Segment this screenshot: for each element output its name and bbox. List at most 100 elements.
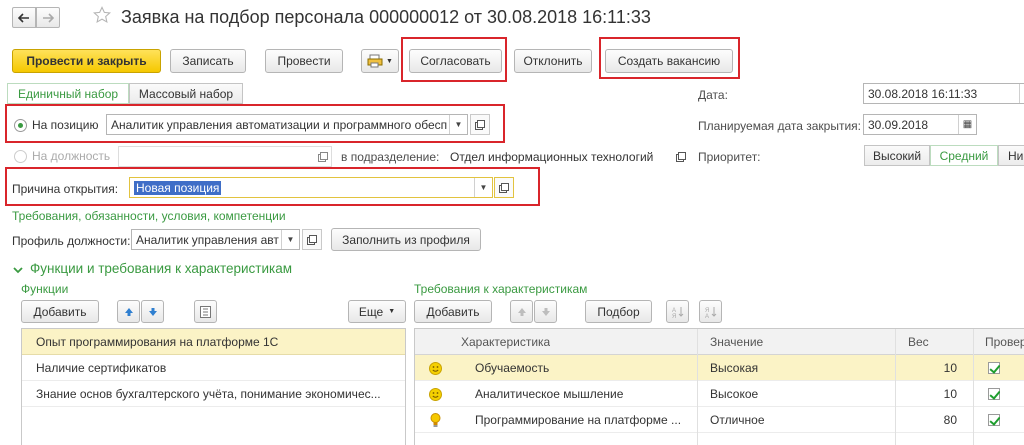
chevron-down-icon[interactable] (12, 264, 24, 276)
profile-select[interactable]: Аналитик управления авт ▼ (131, 229, 300, 250)
priority-high[interactable]: Высокий (864, 145, 930, 166)
table-row[interactable]: Обучаемость Высокая 10 (415, 355, 1024, 381)
functions-section-title[interactable]: Функции и требования к характеристикам (30, 261, 292, 276)
requirements-link[interactable]: Требования, обязанности, условия, компет… (12, 209, 286, 223)
list-item[interactable]: Опыт программирования на платформе 1С (22, 329, 405, 355)
checkmark-icon (988, 362, 1000, 374)
check-checkbox[interactable] (988, 407, 1000, 433)
open-department-button[interactable] (671, 146, 691, 167)
reject-button[interactable]: Отклонить (514, 49, 592, 73)
functions-title: Функции (21, 282, 69, 296)
characteristic-value: Высокое (710, 387, 759, 401)
list-item-label: Наличие сертификатов (36, 360, 167, 375)
move-down-button[interactable] (141, 300, 164, 323)
column-header-weight[interactable]: Вес (908, 329, 929, 355)
tab-mass-hire[interactable]: Массовый набор (129, 83, 243, 104)
page-title: Заявка на подбор персонала 000000012 от … (121, 7, 651, 27)
table-header: Характеристика Значение Вес Провер (415, 329, 1024, 355)
functions-more-button[interactable]: Еще ▼ (348, 300, 406, 323)
job-radio-label: На должность (32, 149, 111, 163)
sort-asc-button[interactable]: AЯ (666, 300, 689, 323)
functions-table[interactable]: Опыт программирования на платформе 1С На… (21, 328, 406, 445)
list-item[interactable]: Знание основ бухгалтерского учёта, поним… (22, 381, 405, 407)
move-up-button[interactable] (510, 300, 533, 323)
post-and-close-button[interactable]: Провести и закрыть (12, 49, 161, 73)
open-job-button[interactable] (313, 146, 333, 167)
back-button[interactable] (12, 7, 36, 28)
functions-add-button[interactable]: Добавить (21, 300, 99, 323)
department-value: Отдел информационных технологий (450, 149, 654, 164)
highlight-reason (5, 167, 540, 206)
date-value: 30.08.2018 16:11:33 (868, 86, 978, 101)
column-header-characteristic[interactable]: Характеристика (461, 329, 550, 355)
print-menu-button[interactable]: ▼ (361, 49, 399, 73)
post-button[interactable]: Провести (265, 49, 343, 73)
save-button[interactable]: Записать (170, 49, 246, 73)
move-down-button[interactable] (534, 300, 557, 323)
highlight-approve (401, 37, 507, 82)
table-row[interactable]: Программирование на платформе ... Отличн… (415, 407, 1024, 433)
fill-from-profile-button[interactable]: Заполнить из профиля (331, 228, 481, 251)
date-input[interactable]: 30.08.2018 16:11:33 ▦ (863, 83, 1024, 104)
tab-single-hire[interactable]: Единичный набор (7, 83, 129, 104)
chevron-down-icon: ▼ (388, 308, 396, 315)
arrow-down-icon (541, 307, 550, 316)
column-header-check[interactable]: Провер (985, 329, 1024, 355)
calendar-icon[interactable]: ▦ (1019, 84, 1024, 103)
open-profile-button[interactable] (302, 229, 322, 250)
arrow-left-icon (18, 12, 29, 23)
sort-ascending-icon: AЯ (672, 306, 683, 318)
calendar-icon[interactable]: ▦ (958, 115, 976, 134)
job-input[interactable] (118, 146, 332, 167)
highlight-create-vacancy (599, 37, 740, 79)
list-item-label: Опыт программирования на платформе 1С (36, 334, 279, 349)
list-item-label: Знание основ бухгалтерского учёта, поним… (36, 386, 381, 401)
close-date-label: Планируемая дата закрытия: (698, 119, 862, 133)
characteristic-name: Программирование на платформе ... (475, 413, 682, 427)
favorite-star-icon[interactable] (92, 6, 112, 27)
highlight-position (5, 104, 505, 143)
characteristics-table[interactable]: Характеристика Значение Вес Провер Обуча… (414, 328, 1024, 445)
column-divider (697, 329, 698, 445)
arrow-up-icon (517, 307, 526, 316)
print-icon (367, 54, 383, 68)
sort-descending-icon: ЯA (705, 306, 716, 318)
dropdown-arrow-icon[interactable]: ▼ (281, 230, 299, 249)
department-input[interactable]: Отдел информационных технологий (448, 146, 666, 167)
close-date-input[interactable]: 30.09.2018 ▦ (863, 114, 977, 135)
open-window-icon (307, 234, 317, 245)
list-settings-button[interactable] (194, 300, 217, 323)
arrow-down-icon (148, 307, 157, 316)
checkmark-icon (988, 388, 1000, 400)
characteristics-add-button[interactable]: Добавить (414, 300, 492, 323)
priority-low[interactable]: Ни (998, 145, 1024, 166)
checkmark-icon (988, 414, 1000, 426)
pick-button[interactable]: Подбор (585, 300, 652, 323)
priority-medium[interactable]: Средний (930, 145, 998, 166)
move-up-button[interactable] (117, 300, 140, 323)
characteristic-value: Высокая (710, 361, 759, 375)
table-row[interactable]: Аналитическое мышление Высокое 10 (415, 381, 1024, 407)
svg-text:Я: Я (672, 314, 676, 318)
check-checkbox[interactable] (988, 381, 1000, 407)
chevron-down-icon: ▼ (386, 57, 393, 65)
svg-text:A: A (705, 314, 709, 318)
arrow-right-icon (43, 12, 54, 23)
profile-label: Профиль должности: (12, 234, 131, 248)
radio-job[interactable] (14, 150, 27, 163)
column-divider (973, 329, 974, 445)
lightbulb-icon (430, 407, 441, 433)
arrow-up-icon (124, 307, 133, 316)
list-item[interactable]: Наличие сертификатов (22, 355, 405, 381)
forward-button[interactable] (36, 7, 60, 28)
sort-desc-button[interactable]: ЯA (699, 300, 722, 323)
date-label: Дата: (698, 88, 728, 102)
smiley-icon (429, 381, 442, 407)
column-divider (895, 329, 896, 445)
characteristics-title: Требования к характеристикам (414, 282, 588, 296)
priority-label: Приоритет: (698, 150, 761, 164)
smiley-icon (429, 355, 442, 381)
check-checkbox[interactable] (988, 355, 1000, 381)
open-window-icon (676, 151, 686, 162)
column-header-value[interactable]: Значение (710, 329, 763, 355)
